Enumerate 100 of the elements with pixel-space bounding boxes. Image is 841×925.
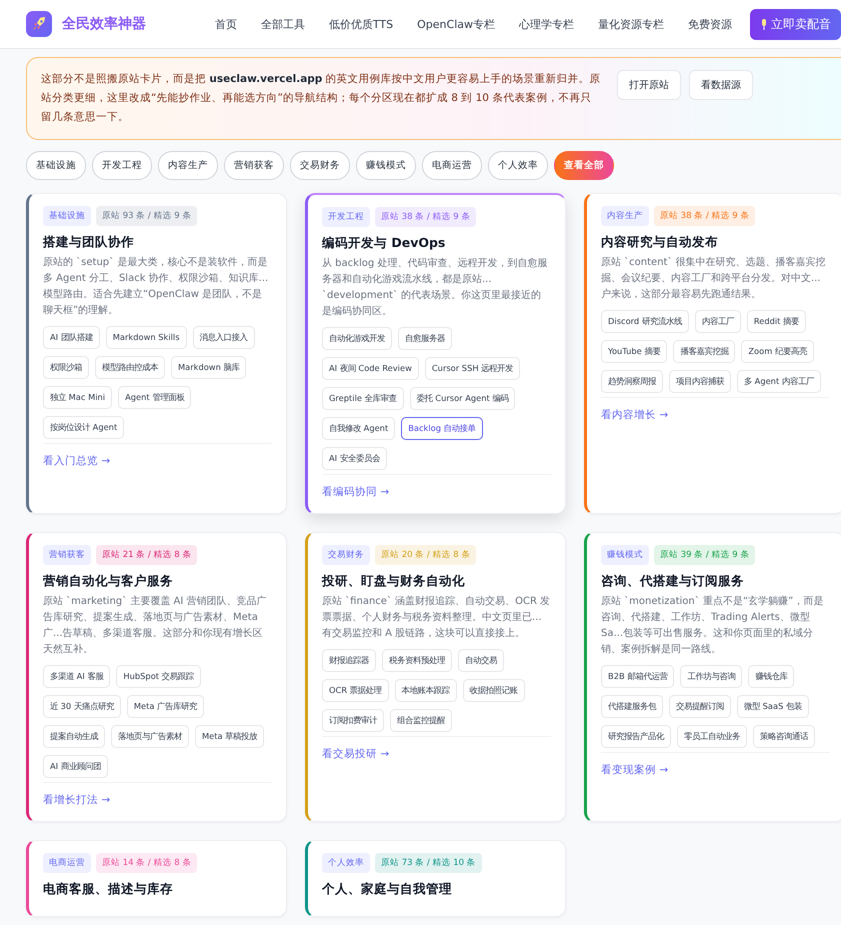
use-case-tag[interactable]: 多渠道 AI 客服 [43, 664, 110, 688]
filter-chip[interactable]: 赚钱模式 [356, 150, 416, 180]
card-description: 原站的 `setup` 是最大类，核心不是装软件，而是多 Agent 分工、Slack 协作、权限沙箱、知识库...模型路由。适合先建立“OpenClaw 是团队，不是聊天框”的理解。 [43, 256, 270, 318]
brand-name[interactable]: 全民效率神器 [62, 15, 146, 33]
filter-chip[interactable]: 开发工程 [92, 150, 152, 180]
use-case-tag[interactable]: 自愈服务器 [398, 326, 452, 350]
nav-link[interactable]: 心理学专栏 [507, 16, 586, 32]
use-case-tag[interactable]: 交易提醒订阅 [669, 694, 731, 718]
count-badge: 原站 39 条 / 精选 9 条 [654, 544, 756, 565]
category-badge: 个人效率 [322, 852, 370, 873]
use-case-tag[interactable]: Markdown Skills [106, 326, 187, 349]
card-title: 个人、家庭与自我管理 [322, 880, 453, 898]
filter-chip[interactable]: 个人效率 [488, 150, 548, 180]
use-case-tag[interactable]: Markdown 脑库 [171, 356, 246, 379]
use-case-tag[interactable]: 自动交易 [458, 648, 504, 672]
use-case-tag[interactable]: Backlog 自动接单 [401, 416, 483, 440]
card-description: 原站 `marketing` 主要覆盖 AI 营销团队、竞品广告库研究、提案生成、落地页与广告素材、Meta 广...告草稿、多渠道客服。这部分和你现有增长区天然互补。 [43, 594, 268, 657]
card-title: 咨询、代搭建与订阅服务 [601, 572, 745, 590]
use-case-tag[interactable]: 税务资料预处理 [382, 648, 452, 672]
use-case-tag[interactable]: Zoom 纪要高亮 [741, 340, 814, 363]
use-case-tag[interactable]: 消息入口接入 [192, 326, 255, 349]
use-case-tag[interactable]: AI 商业顾问团 [43, 754, 108, 778]
use-case-tag[interactable]: OCR 票据处理 [322, 678, 389, 702]
use-case-tag[interactable]: 赚钱仓库 [748, 664, 794, 688]
use-case-tag[interactable]: B2B 邮箱代运营 [601, 664, 674, 688]
use-case-tag[interactable]: 代搭建服务包 [601, 694, 663, 718]
microphone-icon [760, 18, 768, 30]
card-link[interactable]: 看交易投研 → [322, 746, 390, 761]
use-case-tag[interactable]: 委托 Cursor Agent 编码 [410, 386, 516, 410]
use-case-tag[interactable]: 按岗位设计 Agent [43, 416, 124, 439]
card-link[interactable]: 看内容增长 → [601, 408, 668, 422]
use-case-tag[interactable]: 播客嘉宾挖掘 [673, 340, 736, 363]
nav-link[interactable]: 全部工具 [248, 16, 317, 32]
filter-chip[interactable]: 基础设施 [26, 150, 86, 180]
sell-voiceover-button[interactable]: 立即卖配音 [750, 8, 841, 40]
use-case-tag[interactable]: 收据拍照记账 [462, 678, 525, 702]
use-case-tag[interactable]: 独立 Mac Mini [43, 386, 112, 409]
count-badge: 原站 73 条 / 精选 10 条 [375, 852, 482, 873]
use-case-tag[interactable]: 落地页与广告素材 [111, 724, 189, 748]
use-case-tag[interactable]: YouTube 摘要 [601, 340, 668, 363]
use-case-tag[interactable]: 零员工自动业务 [677, 724, 747, 748]
card-link[interactable]: 看变现案例 → [601, 762, 668, 777]
category-badge: 营销获客 [43, 544, 91, 565]
card-link[interactable]: 看编码协同 → [322, 484, 390, 499]
use-case-tag[interactable]: 财报追踪器 [322, 648, 376, 672]
use-case-tag[interactable]: 组合监控提醒 [390, 708, 452, 732]
banner-button[interactable]: 看数据源 [689, 70, 753, 100]
count-badge: 原站 20 条 / 精选 8 条 [375, 544, 476, 565]
use-case-tag[interactable]: 权限沙箱 [43, 356, 89, 379]
nav-link[interactable]: 量化资源专栏 [586, 16, 676, 32]
use-case-tag[interactable]: 工作坊与咨询 [680, 664, 742, 688]
use-case-tag[interactable]: AI 安全委员会 [322, 446, 387, 470]
category-badge: 基础设施 [43, 206, 91, 226]
use-case-tag[interactable]: 提案自动生成 [43, 724, 105, 748]
filter-chip[interactable]: 交易财务 [290, 150, 350, 180]
use-case-tag[interactable]: 自动化游戏开发 [322, 326, 392, 350]
card-title: 内容研究与自动发布 [601, 234, 719, 251]
filter-chip[interactable]: 营销获客 [224, 150, 284, 180]
nav-link[interactable]: 首页 [202, 16, 249, 32]
use-case-tag[interactable]: HubSpot 交易跟踪 [116, 664, 201, 688]
category-badge: 内容生产 [601, 206, 649, 226]
count-badge: 原站 21 条 / 精选 8 条 [96, 544, 198, 565]
card-link[interactable]: 看入门总览 → [43, 454, 110, 468]
use-case-tag[interactable]: 模型路由控成本 [95, 356, 165, 379]
card-description: 原站 `content` 很集中在研究、选题、播客嘉宾挖掘、会议纪要、内容工厂和跨平台分发。对中文...户来说，这部分最容易先跑通结果。 [601, 256, 827, 302]
rocket-logo-icon [26, 11, 52, 37]
banner-button[interactable]: 打开原站 [617, 70, 681, 100]
use-case-tag[interactable]: 订阅扣费审计 [322, 708, 384, 732]
card-title: 编码开发与 DevOps [322, 234, 446, 252]
use-case-tag[interactable]: Cursor SSH 远程开发 [424, 356, 520, 380]
use-case-tag[interactable]: 自我修改 Agent [322, 416, 396, 440]
count-badge: 原站 38 条 / 精选 9 条 [654, 206, 756, 226]
use-case-tag[interactable]: 策略咨询通话 [753, 724, 815, 748]
nav-link[interactable]: 低价优质TTS [316, 16, 406, 32]
nav-link[interactable]: OpenClaw专栏 [405, 16, 507, 32]
use-case-tag[interactable]: 内容工厂 [694, 310, 741, 333]
use-case-tag[interactable]: AI 夜间 Code Review [322, 356, 419, 380]
use-case-tag[interactable]: 项目内容捕获 [669, 370, 731, 393]
count-badge: 原站 14 条 / 精选 8 条 [96, 852, 198, 873]
use-case-tag[interactable]: 近 30 天痛点研究 [43, 694, 121, 718]
filter-chip[interactable]: 内容生产 [158, 150, 218, 180]
category-badge: 开发工程 [322, 206, 370, 227]
nav-link[interactable]: 免费资源 [676, 16, 744, 32]
use-case-tag[interactable]: 微型 SaaS 包装 [737, 694, 809, 718]
use-case-tag[interactable]: 研究报告产品化 [601, 724, 671, 748]
card-link[interactable]: 看增长打法 → [43, 792, 110, 807]
count-badge: 原站 38 条 / 精选 9 条 [375, 206, 476, 227]
use-case-tag[interactable]: Agent 管理面板 [118, 386, 192, 409]
card-title: 搭建与团队协作 [43, 234, 135, 251]
use-case-tag[interactable]: Greptile 全库审查 [322, 386, 404, 410]
use-case-tag[interactable]: AI 团队搭建 [43, 326, 100, 349]
category-badge: 赚钱模式 [601, 544, 649, 565]
use-case-tag[interactable]: 本地账本跟踪 [394, 678, 457, 702]
use-case-tag[interactable]: Meta 草稿投放 [195, 724, 264, 748]
use-case-tag[interactable]: 趋势洞察周报 [601, 370, 663, 393]
use-case-tag[interactable]: Reddit 摘要 [746, 310, 806, 333]
use-case-tag[interactable]: Meta 广告库研究 [126, 694, 204, 718]
use-case-tag[interactable]: Discord 研究流水线 [601, 310, 689, 333]
use-case-tag[interactable]: 多 Agent 内容工厂 [737, 370, 821, 393]
filter-chip[interactable]: 电商运营 [422, 150, 482, 180]
